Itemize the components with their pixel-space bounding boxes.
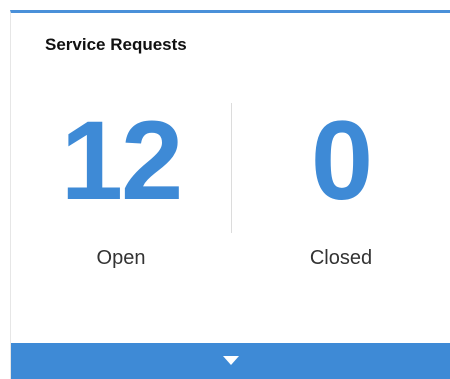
service-requests-widget: Service Requests 12 Open 0 Closed <box>10 10 450 379</box>
closed-requests-stat[interactable]: 0 Closed <box>231 105 450 270</box>
closed-label: Closed <box>309 247 373 269</box>
open-count: 12 <box>60 98 184 223</box>
open-requests-stat[interactable]: 12 Open <box>11 105 231 270</box>
chevron-down-icon <box>222 356 239 365</box>
closed-count: 0 <box>310 98 373 223</box>
widget-title: Service Requests <box>45 35 187 54</box>
open-label: Open <box>96 247 146 269</box>
expand-footer-button[interactable] <box>11 343 450 379</box>
